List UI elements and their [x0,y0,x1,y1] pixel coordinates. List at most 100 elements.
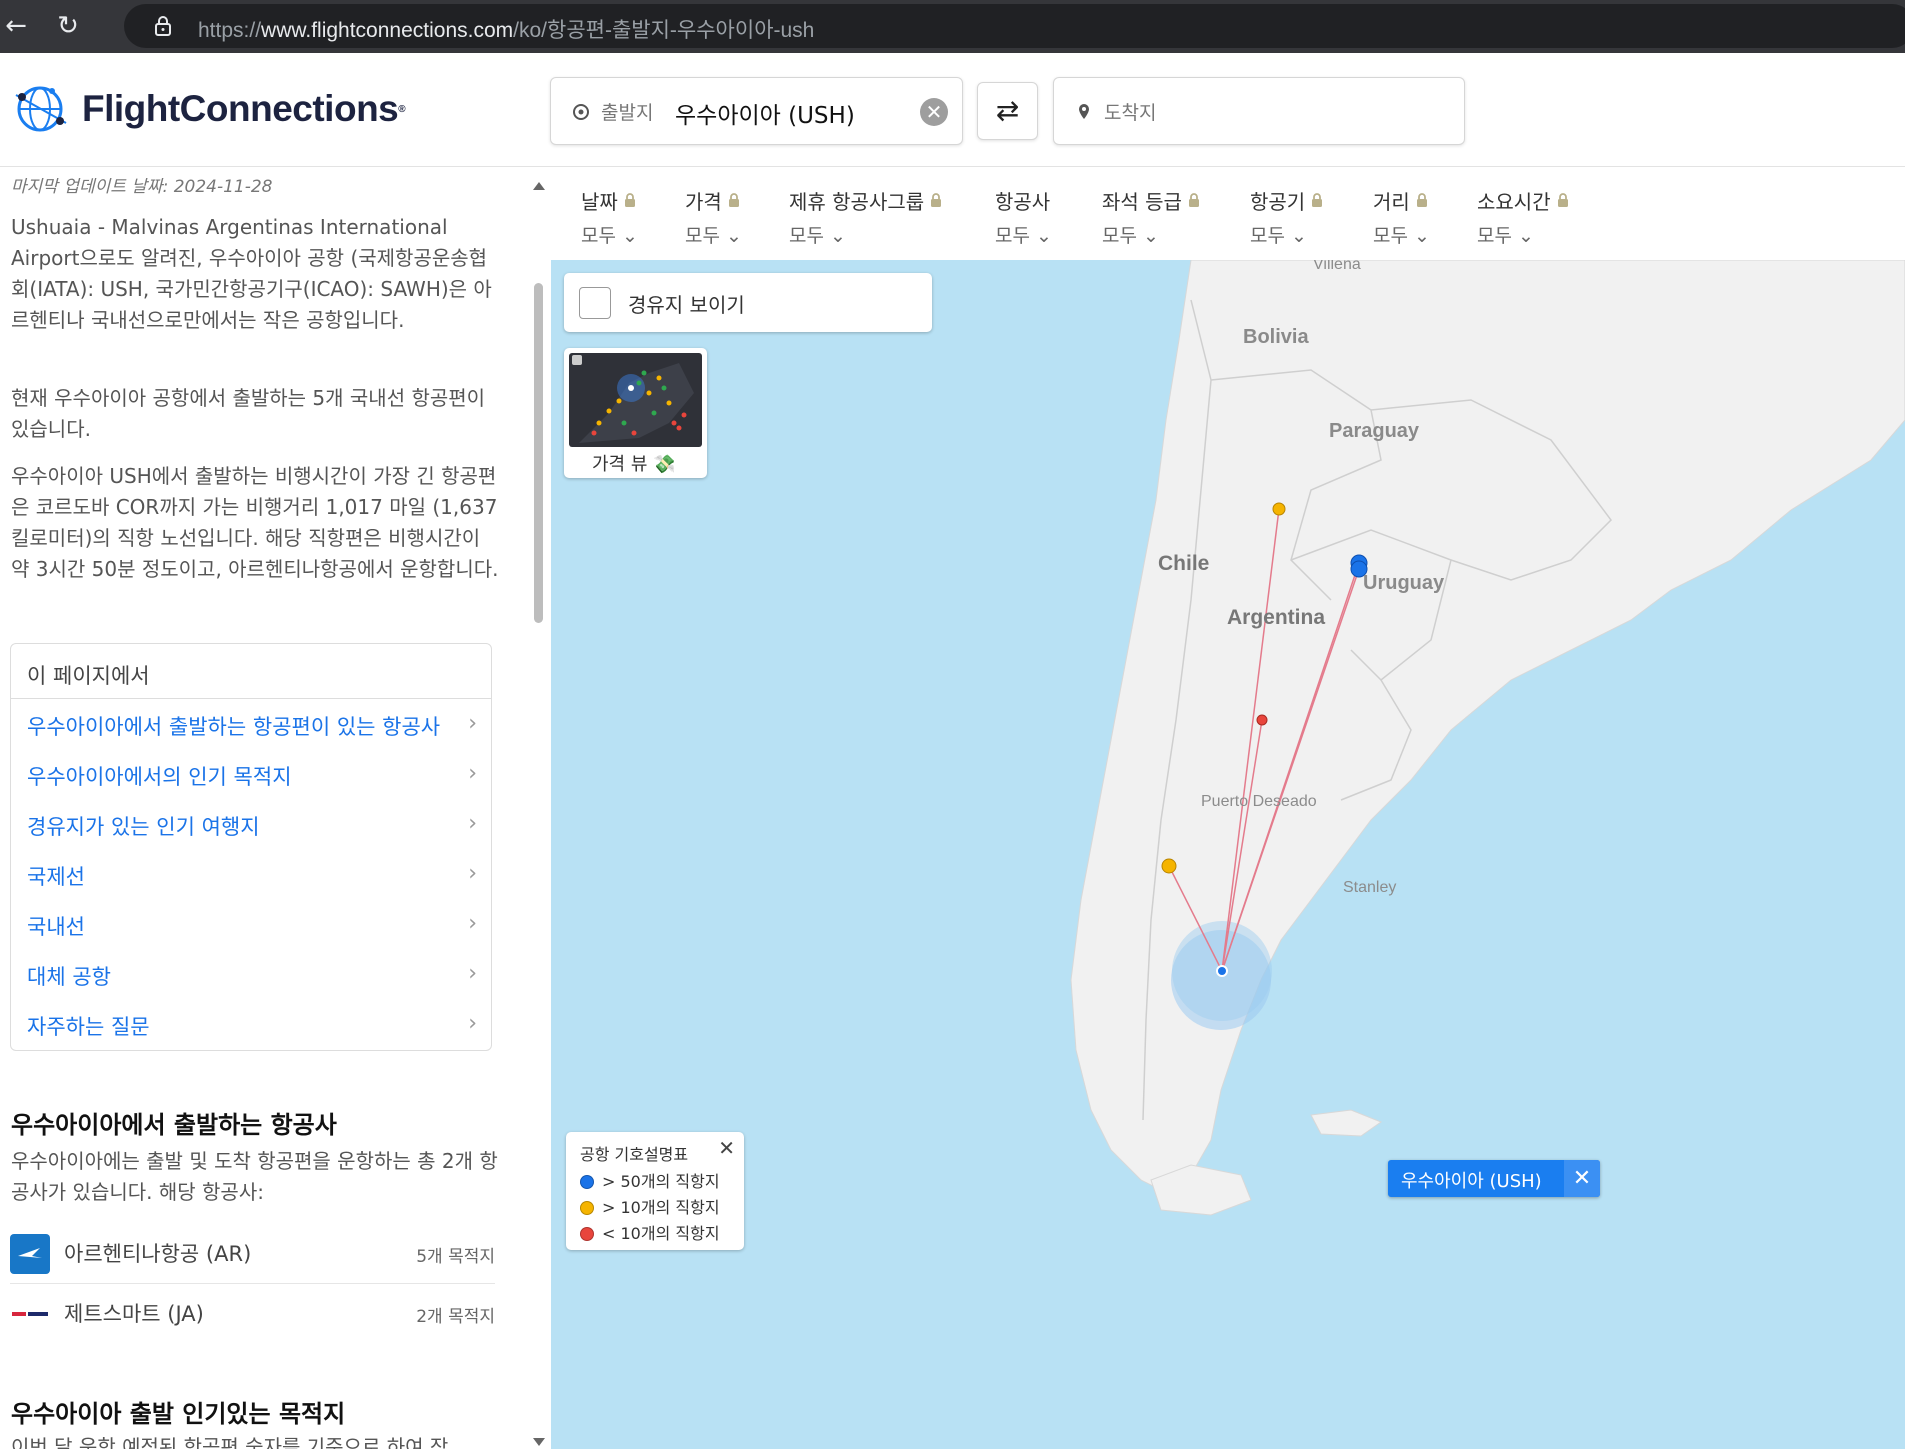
destination-input[interactable]: 도착지 [1053,77,1465,145]
destinations-section-title: 우수아이아 출발 인기있는 목적지 [11,1400,346,1428]
selected-airport-name: 우수아이아 (USH) [1401,1171,1542,1192]
lock-icon [624,188,636,207]
airline-row[interactable]: 아르헨티나항공 (AR) 5개 목적지 [10,1224,495,1284]
clear-origin-icon[interactable]: ✕ [920,98,948,126]
back-arrow-icon[interactable]: ← [0,10,32,42]
routes-layer [1161,502,1368,1021]
chevron-down-icon: ⌄ [1414,225,1430,247]
airline-name: 제트스마트 (JA) [64,1302,204,1326]
map-label-argentina: Argentina [1227,606,1326,629]
filter-alliance[interactable]: 제휴 항공사그룹 모두 ⌄ [789,186,942,248]
toc-item-layover-destinations[interactable]: 경유지가 있는 인기 여행지 › [11,799,491,849]
airport-dot-el-calafate [1161,858,1177,874]
chevron-down-icon: ⌄ [622,225,638,247]
destinations-description: 이번 달 운항 예정된 항공편 숫자를 기준으로 하여 작 [11,1435,449,1449]
lock-icon [572,355,582,365]
filter-seat-class[interactable]: 좌석 등급 모두 ⌄ [1102,186,1200,248]
legend-dot-yellow [580,1201,594,1215]
destination-placeholder: 도착지 [1104,102,1157,124]
selected-airport-tag[interactable]: 우수아이아 (USH) ✕ [1388,1160,1600,1197]
toc-item-popular-destinations[interactable]: 우수아이아에서의 인기 목적지 › [11,749,491,799]
globe-network-icon [15,86,67,132]
map-label-chile: Chile [1158,552,1210,575]
chevron-right-icon: › [468,911,477,936]
registered-mark: ® [398,103,406,115]
swap-arrows-icon: ⇄ [995,94,1020,127]
filter-price[interactable]: 가격 모두 ⌄ [685,186,742,248]
airport-dot-ushuaia [1216,965,1228,977]
lock-icon [1557,188,1569,207]
last-updated: 마지막 업데이트 날짜: 2024-11-28 [11,177,273,197]
map-label-puerto-deseado: Puerto Deseado [1201,793,1317,810]
toc-title: 이 페이지에서 [11,644,491,699]
legend-dot-blue [580,1175,594,1189]
map-label-villena: Villena [1313,260,1361,273]
airport-info-panel: 마지막 업데이트 날짜: 2024-11-28 Ushuaia - Malvin… [0,168,530,1449]
filter-date[interactable]: 날짜 모두 ⌄ [581,186,638,248]
lock-icon [930,188,942,207]
toc-item-alternative-airports[interactable]: 대체 공항 › [11,949,491,999]
legend-title: 공항 기호설명표 [580,1145,689,1164]
origin-input[interactable]: 출발지 우수아이아 (USH) ✕ [550,77,963,145]
scroll-up-arrow-icon[interactable] [533,182,545,190]
filter-airline[interactable]: 항공사 모두 ⌄ [995,186,1052,248]
aerolineas-argentinas-logo [10,1234,50,1274]
lock-icon [1416,188,1428,207]
lock-icon [728,188,740,207]
legend-close-icon[interactable]: ✕ [718,1136,735,1160]
origin-value: 우수아이아 (USH) [675,103,855,129]
chevron-right-icon: › [468,961,477,986]
scrollbar-thumb[interactable] [534,283,543,623]
reload-icon[interactable]: ↻ [52,10,84,42]
airlines-description: 우수아이아에는 출발 및 도착 항공편을 운항하는 총 2개 항공사가 있습니다… [11,1149,498,1204]
toc-item-faq[interactable]: 자주하는 질문 › [11,999,491,1049]
price-view-button[interactable]: 가격 뷰 💸 [564,348,707,478]
flights-count-paragraph: 현재 우수아이아 공항에서 출발하는 5개 국내선 항공편이 있습니다. [11,386,486,441]
price-view-label: 가격 뷰 💸 [592,454,676,475]
layovers-label: 경유지 보이기 [628,293,745,317]
map-label-paraguay: Paraguay [1329,420,1420,442]
price-view-thumbnail [569,353,702,447]
airline-row[interactable]: 제트스마트 (JA) 2개 목적지 [10,1284,495,1344]
jetsmart-logo [10,1310,50,1318]
lock-icon [155,16,171,36]
toc-item-airlines[interactable]: 우수아이아에서 출발하는 항공편이 있는 항공사 › [11,699,491,749]
map-label-stanley: Stanley [1343,879,1397,896]
intro-paragraph: Ushuaia - Malvinas Argentinas Internatio… [11,215,492,332]
lock-icon [1188,188,1200,207]
toc-item-international[interactable]: 국제선 › [11,849,491,899]
airport-dot-cordoba [1272,502,1286,516]
legend-dot-red [580,1227,594,1241]
left-panel-scrollbar[interactable] [530,168,546,1449]
legend-item: < 10개의 직항지 [580,1220,720,1244]
legend-item: > 50개의 직항지 [580,1168,720,1192]
chevron-right-icon: › [468,811,477,836]
route-map[interactable]: Villena Bolivia Paraguay Chile Argentina… [551,260,1905,1449]
chevron-down-icon: ⌄ [1143,225,1159,247]
chevron-right-icon: › [468,1011,477,1036]
address-bar[interactable]: https://www.flightconnections.com/ko/항공편… [124,4,1905,48]
show-layovers-toggle[interactable]: 경유지 보이기 [564,273,932,332]
route-line [1221,508,1280,972]
table-of-contents: 이 페이지에서 우수아이아에서 출발하는 항공편이 있는 항공사 › 우수아이아에… [10,643,492,1051]
filter-duration[interactable]: 소요시간 모두 ⌄ [1477,186,1569,248]
filter-bar: 날짜 모두 ⌄ 가격 모두 ⌄ 제휴 항공사그룹 모두 ⌄ 항공사 모두 ⌄ 좌… [551,168,1905,260]
filter-aircraft[interactable]: 항공기 모두 ⌄ [1250,186,1323,248]
chevron-down-icon: ⌄ [726,225,742,247]
airline-destination-count: 2개 목적지 [416,1307,495,1327]
logo-text: FlightConnections [82,88,399,129]
browser-toolbar: ← ↻ https://www.flightconnections.com/ko… [0,0,1905,53]
layovers-checkbox[interactable] [579,287,611,319]
longest-flight-paragraph: 우수아이아 USH에서 출발하는 비행시간이 가장 긴 항공편은 코르도바 CO… [11,464,499,581]
chevron-right-icon: › [468,861,477,886]
scroll-down-arrow-icon[interactable] [533,1438,545,1446]
filter-distance[interactable]: 거리 모두 ⌄ [1373,186,1430,248]
site-logo[interactable]: FlightConnections ® [14,83,406,135]
toc-item-domestic[interactable]: 국내선 › [11,899,491,949]
lock-icon [1311,188,1323,207]
chevron-right-icon: › [468,761,477,786]
airport-dot-trelew [1256,714,1268,726]
url-text: https://www.flightconnections.com/ko/항공편… [198,19,815,42]
close-icon[interactable]: ✕ [1564,1160,1600,1197]
swap-direction-button[interactable]: ⇄ [977,82,1038,140]
